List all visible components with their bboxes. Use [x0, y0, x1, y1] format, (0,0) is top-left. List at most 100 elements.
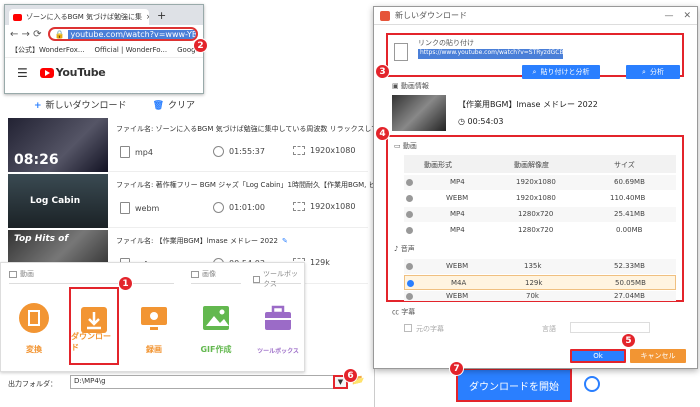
ok-label: Ok	[593, 352, 603, 360]
video-duration: ◷ 00:54:03	[458, 117, 503, 126]
download-start-button[interactable]: ダウンロードを開始	[456, 368, 572, 402]
hamburger-menu-icon[interactable]: ☰	[17, 66, 28, 80]
paste-analyze-label: 貼り付けと分析	[540, 68, 590, 76]
close-icon[interactable]: ✕	[683, 11, 691, 21]
video-duration-text: 00:54:03	[467, 117, 504, 126]
clock-icon	[213, 146, 224, 157]
link-doc-icon	[394, 43, 408, 61]
duration-meta: 01:55:37	[213, 146, 265, 157]
tool-download[interactable]: ダウンロード	[69, 287, 119, 365]
tool-toolbox[interactable]: ツールボックス	[253, 287, 303, 365]
tool-record[interactable]: 録画	[129, 287, 179, 365]
convert-icon	[19, 303, 49, 333]
section-video-label: 動画	[20, 270, 34, 278]
row-size: 27.04MB	[614, 292, 645, 300]
step-badge-4: 4	[375, 126, 390, 141]
alarm-clock-icon[interactable]	[584, 376, 600, 392]
tab-title: ゾーンに入るBGM 気づけば勉強に集	[26, 13, 143, 21]
bookmark-item[interactable]: 【公式】WonderFox...	[11, 45, 85, 55]
youtube-favicon-icon	[13, 13, 22, 21]
resolution-meta: 1920x1080	[293, 146, 355, 155]
row-size: 110.40MB	[610, 194, 646, 202]
cancel-button[interactable]: キャンセル	[630, 349, 686, 363]
divider	[253, 283, 301, 284]
clear-button[interactable]: 🗑 クリア	[153, 98, 195, 111]
file-icon	[120, 146, 130, 158]
youtube-logo-text: YouTube	[55, 66, 106, 79]
section-toolbox: ツールボックス	[253, 269, 304, 289]
tool-gif[interactable]: GIF作成	[191, 287, 241, 365]
nav-buttons[interactable]: ← → ⟳	[10, 29, 42, 40]
bookmark-item[interactable]: Official | WonderFo...	[95, 46, 168, 54]
row-format: WEBM	[446, 292, 469, 300]
address-url: youtube.com/watch?v=www-YBK4NAvY	[68, 29, 197, 39]
clock-icon: ◷	[458, 117, 468, 126]
format-text: webm	[135, 203, 160, 213]
row-res: 1280x720	[518, 226, 554, 234]
row-size: 52.33MB	[614, 262, 645, 270]
duration-text: 01:55:37	[229, 147, 265, 156]
resolution-text: 1920x1080	[310, 202, 356, 211]
tool-convert[interactable]: 変換	[9, 287, 59, 365]
radio-icon	[406, 195, 413, 202]
step-badge-6: 6	[343, 368, 358, 383]
music-note-icon: ♪	[394, 245, 401, 253]
chevron-down-icon: ▼	[337, 378, 344, 386]
radio-icon	[406, 293, 413, 300]
row-res: 1920x1080	[516, 178, 556, 186]
list-item[interactable]: 08:26 ファイル名: ゾーンに入るBGM 気づけば勉強に集中している周波数 …	[8, 118, 421, 172]
file-name: ファイル名: 【作業用BGM】lmase メドレー 2022 ✎	[116, 236, 288, 246]
clear-label: クリア	[168, 101, 196, 111]
video-title: 【作業用BGM】lmase メドレー 2022	[458, 100, 598, 109]
image-section-icon	[191, 270, 199, 278]
plus-icon: +	[34, 101, 42, 111]
list-item[interactable]: Log Cabin ファイル名: 著作権フリー BGM ジャズ「Log Cabi…	[8, 174, 438, 228]
file-icon	[120, 202, 130, 214]
tool-record-label: 録画	[146, 345, 162, 354]
toolbox-section-icon	[253, 275, 261, 283]
row-size: 60.69MB	[614, 178, 645, 186]
video-format-row[interactable]: MP4 1280x720 0.00MB	[404, 223, 676, 238]
url-input[interactable]: https://www.youtube.com/watch?v=STRyzdGC…	[418, 49, 563, 59]
output-folder-field[interactable]: D:\MP4\g	[70, 375, 348, 389]
new-tab-button[interactable]: +	[157, 9, 166, 22]
video-format-row[interactable]: MP4 1280x720 25.41MB	[404, 207, 676, 222]
paste-analyze-button[interactable]: ⌕ 貼り付けと分析	[522, 65, 600, 79]
ok-button[interactable]: Ok	[570, 349, 626, 363]
tool-gif-label: GIF作成	[200, 345, 232, 354]
table-header: 動画形式 動画解像度 サイズ	[404, 155, 676, 173]
file-name-text: ファイル名: ゾーンに入るBGM 気づけば勉強に集中している周波数 リラックスし…	[116, 125, 411, 133]
analyze-label: 分析	[649, 68, 664, 76]
analyze-button[interactable]: ⌕ 分析	[626, 65, 680, 79]
video-format-row[interactable]: MP4 1920x1080 60.69MB	[404, 175, 676, 190]
audio-format-row-selected[interactable]: M4A 129k 50.05MB	[404, 275, 676, 290]
browser-tab[interactable]: ゾーンに入るBGM 気づけば勉強に集 ×	[9, 9, 149, 25]
row-res: 135k	[524, 262, 542, 270]
record-screen-icon	[141, 307, 167, 330]
close-icon[interactable]: ×	[146, 13, 149, 21]
video-format-row[interactable]: WEBM 1920x1080 110.40MB	[404, 191, 676, 206]
new-download-button[interactable]: + 新しいダウンロード	[34, 98, 127, 111]
audio-format-row[interactable]: WEBM 135k 52.33MB	[404, 259, 676, 274]
address-bar[interactable]: 🔒youtube.com/watch?v=www-YBK4NAvY	[47, 27, 198, 41]
youtube-play-icon	[39, 67, 54, 78]
section-toolbox-label: ツールボックス	[263, 270, 299, 288]
original-subtitle-checkbox[interactable]	[404, 324, 412, 332]
tool-toolbox-label: ツールボックス	[257, 348, 299, 355]
language-label: 言語	[542, 325, 556, 333]
video-info-text: 動画情報	[400, 82, 429, 90]
resolution-text: 1920x1080	[310, 146, 356, 155]
tool-convert-label: 変換	[26, 345, 42, 354]
format-meta: mp4	[120, 146, 153, 158]
audio-format-row[interactable]: WEBM 70k 27.04MB	[404, 291, 676, 301]
youtube-logo[interactable]: YouTube	[39, 66, 106, 79]
youtube-header: ☰ YouTube	[5, 57, 203, 87]
cancel-label: キャンセル	[640, 352, 676, 360]
edit-icon[interactable]: ✎	[282, 237, 288, 245]
minimize-icon[interactable]: —	[664, 11, 673, 21]
language-select[interactable]	[570, 322, 650, 333]
video-info-label: ▣ 動画情報	[392, 81, 429, 91]
col-res-header: 動画解像度	[514, 161, 549, 169]
row-format: WEBM	[446, 262, 469, 270]
browser-window: ゾーンに入るBGM 気づけば勉強に集 × + ← → ⟳ 🔒 youtube.com…	[4, 4, 204, 94]
